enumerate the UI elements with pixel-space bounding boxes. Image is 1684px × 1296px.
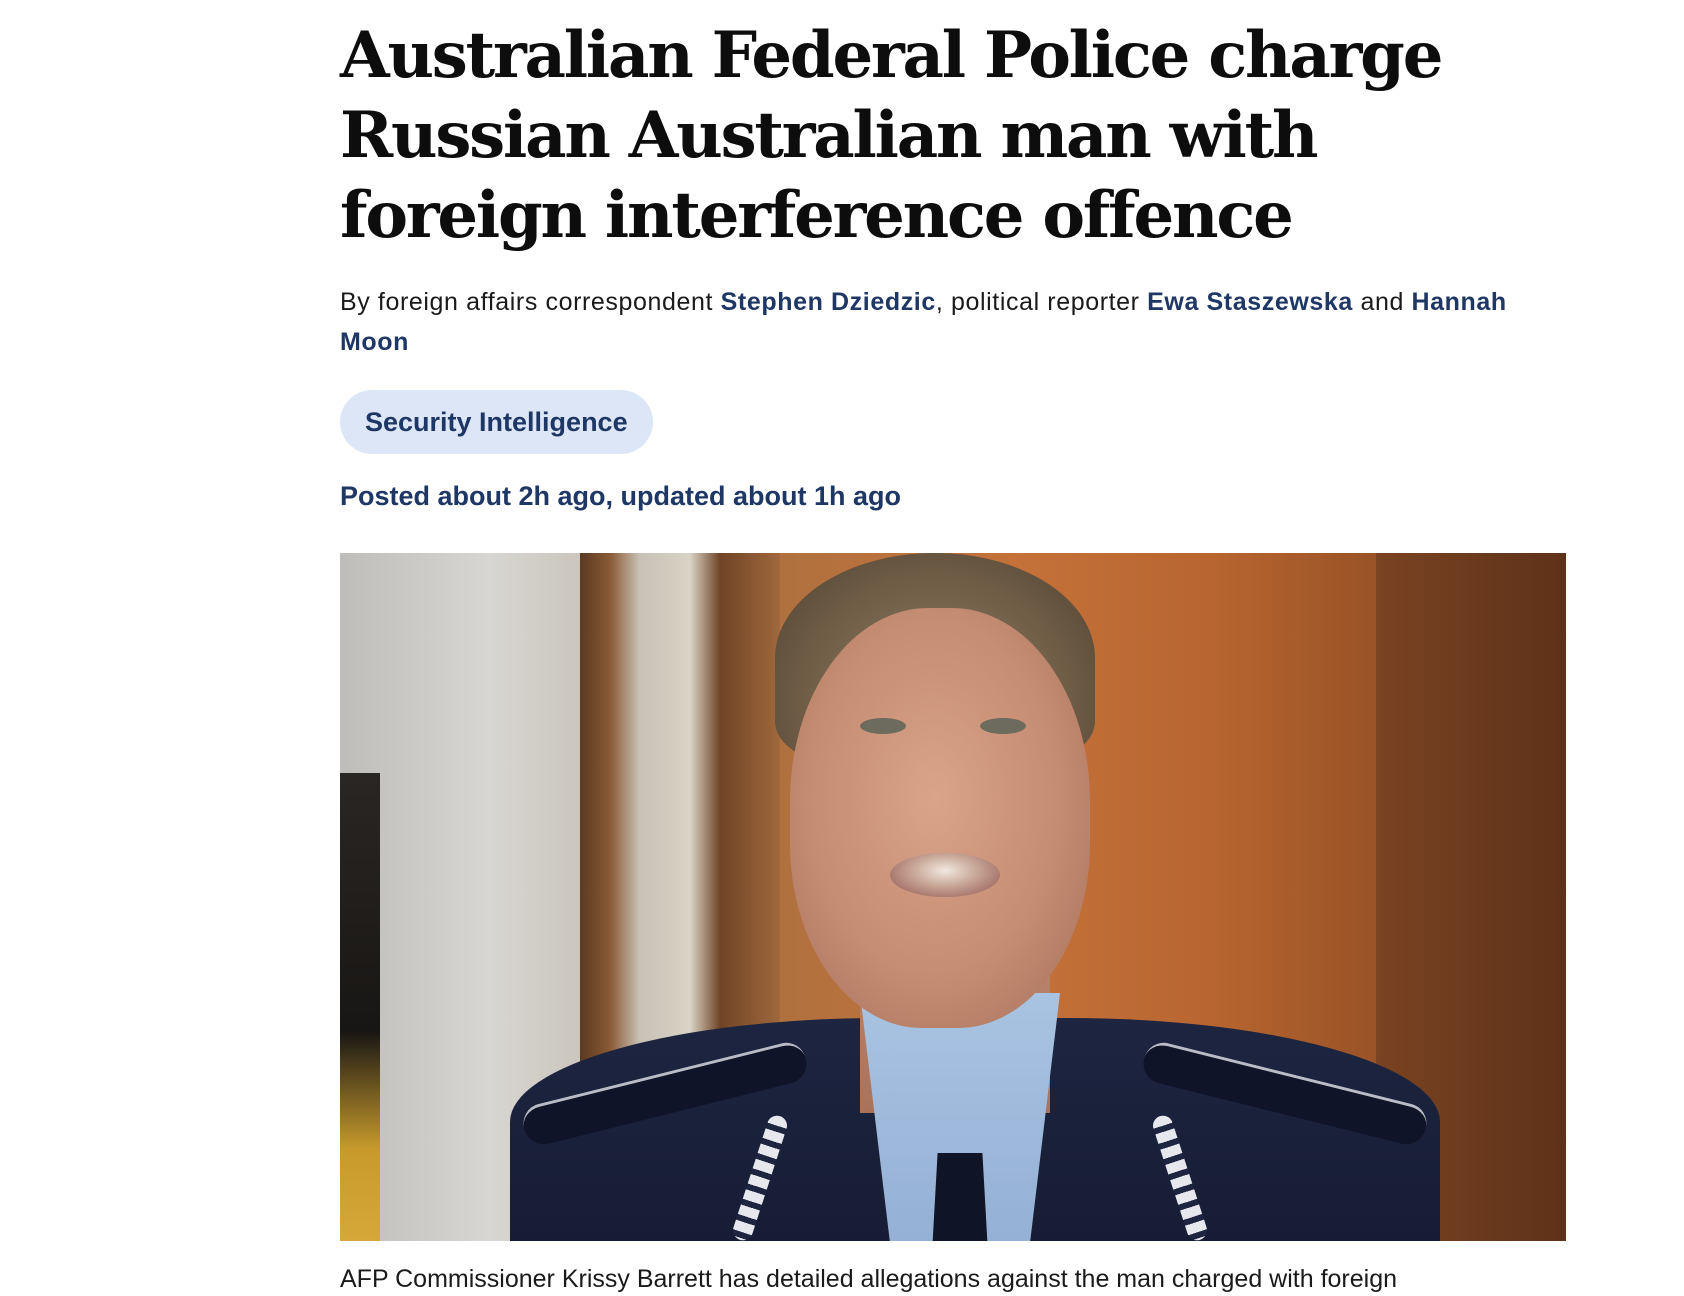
author-link-stephen-dziedzic[interactable]: Stephen Dziedzic [721,288,936,316]
article-headline: Australian Federal Police charge Russian… [340,18,1443,253]
author-link-ewa-staszewska[interactable]: Ewa Staszewska [1147,288,1353,316]
byline-separator: and [1352,288,1412,316]
topic-tag-security-intelligence[interactable]: Security Intelligence [340,390,653,454]
hero-image-face [790,608,1090,1028]
hero-image-caption: AFP Commissioner Krissy Barrett has deta… [340,1265,1398,1293]
byline-separator: , political reporter [935,288,1148,316]
hero-image-flag [340,773,380,1241]
hero-image-eye-right [980,718,1026,734]
hero-image-mouth [890,853,1000,897]
byline: By foreign affairs correspondent Stephen… [340,282,1566,362]
hero-image-eye-left [860,718,906,734]
article-timestamp: Posted about 2h ago, updated about 1h ag… [340,481,902,511]
hero-image [340,553,1566,1241]
byline-prefix: By foreign affairs correspondent [340,288,721,316]
hero-image-tie [932,1153,988,1241]
